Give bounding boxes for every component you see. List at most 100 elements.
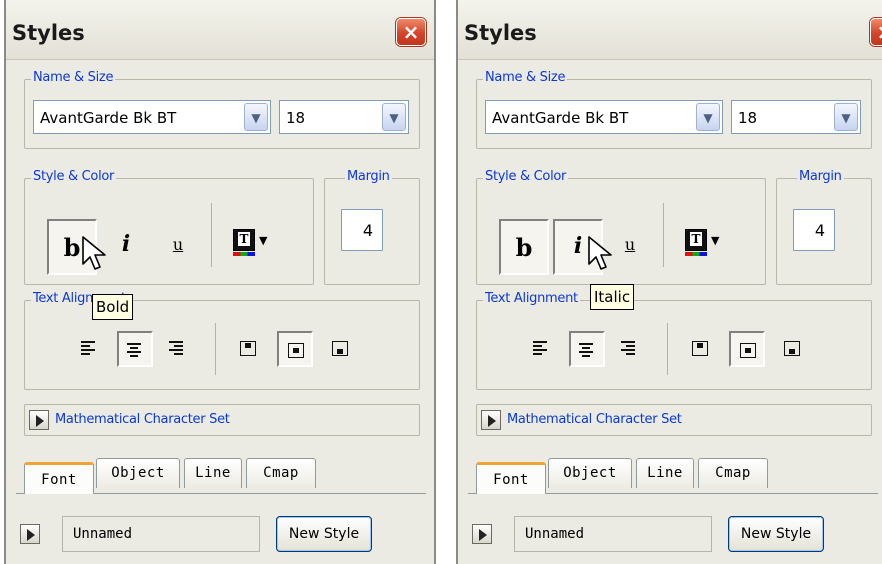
margin-input[interactable]: 4 [793,209,835,251]
text-alignment-group: Text Alignment [24,291,420,390]
align-left-button[interactable] [73,331,109,367]
valign-middle-icon [740,343,756,358]
style-name-field[interactable]: Unnamed [514,516,712,552]
window-title: Styles [464,21,537,45]
math-character-set-expander[interactable]: Mathematical Character Set [24,404,420,436]
math-character-set-label: Mathematical Character Set [55,412,230,427]
expand-triangle-icon[interactable] [20,524,40,544]
tab-font[interactable]: Font [476,462,546,494]
expand-triangle-icon[interactable] [481,410,501,430]
text-alignment-legend: Text Alignment [483,291,580,306]
math-character-set-label: Mathematical Character Set [507,412,682,427]
window-title: Styles [12,21,85,45]
name-size-group: Name & Size AvantGarde Bk BT ▼ 18 ▼ [24,70,420,149]
text-color-icon: T [233,229,255,251]
caret-down-icon[interactable]: ▼ [259,234,267,247]
mouse-pointer-icon [588,236,612,270]
name-size-legend: Name & Size [483,70,568,85]
align-center-button[interactable] [117,331,153,367]
tab-cmap[interactable]: Cmap [246,458,316,488]
bold-button[interactable]: b [499,219,549,275]
new-style-button[interactable]: New Style [276,516,372,552]
valign-middle-button[interactable] [277,331,313,367]
title-bar: Styles × [6,0,434,60]
divider [667,323,668,375]
style-color-legend: Style & Color [483,169,569,184]
valign-top-button[interactable] [231,331,267,367]
style-color-group: Style & Color b i u T ▼ [24,169,314,285]
chevron-down-icon[interactable]: ▼ [382,103,406,131]
valign-bottom-icon [784,341,800,356]
margin-legend: Margin [797,169,844,184]
align-left-button[interactable] [525,331,561,367]
text-color-button[interactable]: T ▼ [233,223,277,263]
color-swatch-bar [233,252,255,256]
font-name-select[interactable]: AvantGarde Bk BT ▼ [33,100,271,134]
chevron-down-icon[interactable]: ▼ [244,103,268,131]
name-size-group: Name & Size AvantGarde Bk BT ▼ 18 ▼ [476,70,872,149]
align-center-icon [127,343,141,357]
tooltip: Italic [590,284,635,310]
tab-cmap[interactable]: Cmap [698,458,768,488]
divider [663,203,664,267]
underline-button[interactable]: u [153,219,203,275]
align-right-icon [169,341,183,355]
align-right-button[interactable] [613,331,649,367]
close-button[interactable]: × [396,18,426,46]
tab-font[interactable]: Font [24,462,94,494]
styles-panel-italic-hover: Styles × Name & Size AvantGarde Bk BT ▼ … [456,0,882,564]
chevron-down-icon[interactable]: ▼ [696,103,720,131]
valign-top-button[interactable] [683,331,719,367]
name-size-legend: Name & Size [31,70,116,85]
style-color-group: Style & Color b i u T ▼ [476,169,766,285]
mouse-pointer-icon [82,236,106,270]
caret-down-icon[interactable]: ▼ [711,234,719,247]
underline-glyph: u [172,235,184,254]
italic-button[interactable]: i [101,219,151,275]
text-color-button[interactable]: T ▼ [685,223,729,263]
align-right-button[interactable] [161,331,197,367]
valign-bottom-button[interactable] [323,331,359,367]
style-color-legend: Style & Color [31,169,117,184]
valign-top-icon [692,341,708,356]
valign-middle-icon [288,343,304,358]
styles-panel-bold-hover: Styles × Name & Size AvantGarde Bk BT ▼ … [4,0,436,564]
margin-legend: Margin [345,169,392,184]
font-size-select[interactable]: 18 ▼ [279,100,409,134]
font-size-select[interactable]: 18 ▼ [731,100,861,134]
font-name-value: AvantGarde Bk BT [492,109,629,127]
divider [215,323,216,375]
font-size-value: 18 [286,109,306,127]
margin-group: Margin 4 [324,169,420,285]
tab-line[interactable]: Line [184,458,242,488]
font-name-select[interactable]: AvantGarde Bk BT ▼ [485,100,723,134]
valign-bottom-icon [332,341,348,356]
expand-triangle-icon[interactable] [29,410,49,430]
valign-bottom-button[interactable] [775,331,811,367]
align-center-button[interactable] [569,331,605,367]
style-name-field[interactable]: Unnamed [62,516,260,552]
title-bar: Styles × [458,0,882,60]
color-glyph: T [690,232,702,246]
margin-input[interactable]: 4 [341,209,383,251]
tooltip: Bold [92,294,134,320]
divider [211,203,212,267]
align-right-icon [621,341,635,355]
tab-object[interactable]: Object [96,458,180,488]
italic-glyph: i [121,231,131,257]
close-button[interactable]: × [870,18,882,46]
text-alignment-group: Text Alignment [476,291,872,390]
math-character-set-expander[interactable]: Mathematical Character Set [476,404,872,436]
tab-line[interactable]: Line [636,458,694,488]
font-size-value: 18 [738,109,758,127]
align-left-icon [533,341,547,355]
font-name-value: AvantGarde Bk BT [40,109,177,127]
expand-triangle-icon[interactable] [472,524,492,544]
tab-object[interactable]: Object [548,458,632,488]
margin-group: Margin 4 [776,169,872,285]
chevron-down-icon[interactable]: ▼ [834,103,858,131]
valign-top-icon [240,341,256,356]
valign-middle-button[interactable] [729,331,765,367]
align-left-icon [81,341,95,355]
new-style-button[interactable]: New Style [728,516,824,552]
